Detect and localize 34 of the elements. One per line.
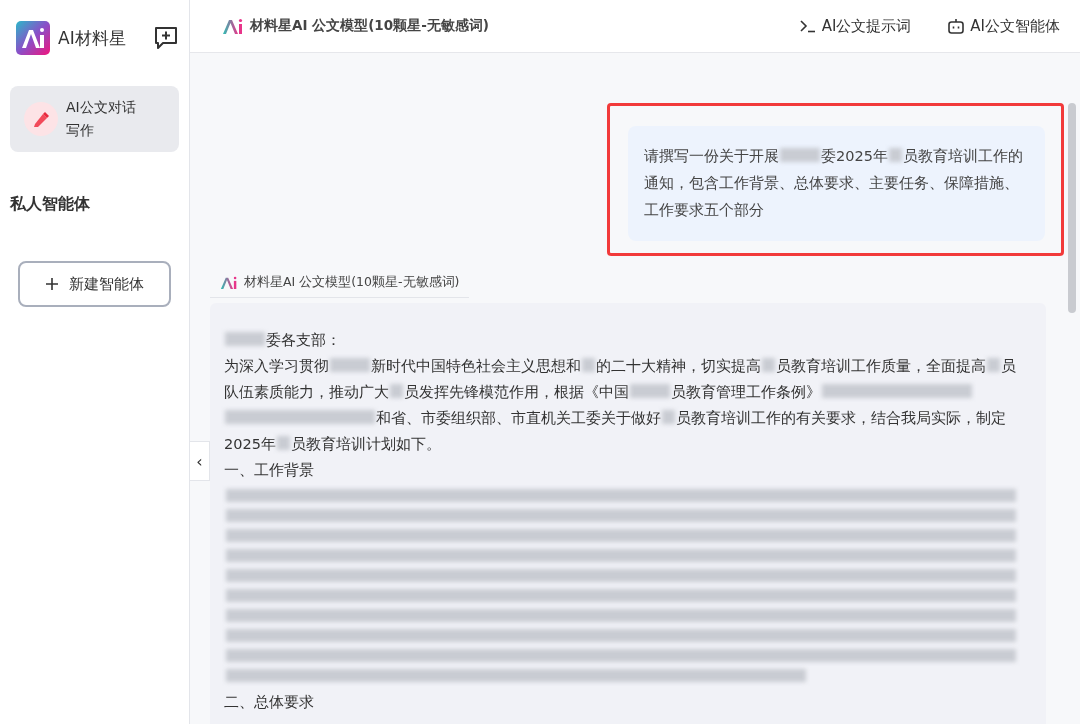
reply-paragraph: 二、总体要求 [224, 693, 315, 712]
nav-item[interactable]: AI公文对话写作 [10, 86, 179, 152]
plus-icon [45, 277, 59, 291]
scrollbar-thumb[interactable] [1068, 103, 1076, 313]
new-chat-icon[interactable] [153, 25, 179, 51]
model-name: 材料星AI 公文模型(10颗星-无敏感词) [250, 17, 489, 35]
user-message: 请撰写一份关于开展 委2025年 员教育培训工作的通知，包含工作背景、总体要求、主要任务、保障措施、工作要求五个部分 [628, 126, 1045, 241]
redacted-text [987, 358, 1000, 372]
model-name: 材料星AI 公文模型(10颗星-无敏感词) [244, 274, 460, 291]
app-name: AI材料星 [58, 26, 127, 50]
agent-link[interactable]: AI公文智能体 [947, 16, 1060, 36]
new-agent-button[interactable]: 新建智能体 [18, 261, 171, 307]
redacted-text [330, 358, 370, 372]
ai-logo-icon [220, 276, 238, 289]
redacted-text [582, 358, 595, 372]
redacted-text [390, 384, 403, 398]
redacted-text [662, 410, 675, 424]
redacted-text [762, 358, 775, 372]
logo-icon [16, 21, 50, 55]
redacted-text [225, 332, 265, 346]
redacted-text [630, 384, 670, 398]
section-title: 私人智能体 [10, 194, 91, 215]
reply-paragraph: 委各支部： [224, 327, 1030, 353]
prompt-link[interactable]: AI公文提示词 [798, 16, 912, 36]
collapse-toggle[interactable]: ‹ [190, 441, 210, 481]
redacted-text [888, 148, 902, 162]
pen-icon [24, 102, 58, 136]
redacted-text [780, 148, 820, 162]
redacted-text [276, 436, 290, 450]
terminal-icon [798, 19, 817, 33]
robot-icon [947, 18, 966, 34]
ai-logo-icon [222, 18, 244, 34]
reply-paragraph: 为深入学习贯彻 新时代中国特色社会主义思想和 的二十大精神，切实提高 员教育培训工作质量，全面提高 员队伍素质能力，推动广大 员发挥先锋模范作用，根据《中国 员教育管理工作条例》 和省、市委组织部、市直机关工委关于做好 员教育培训工作的有关要求，结合我局实际，制定2025年 员教育培训计划如下。 [224, 357, 1017, 454]
reply-paragraph: 一、工作背景 [224, 461, 315, 480]
